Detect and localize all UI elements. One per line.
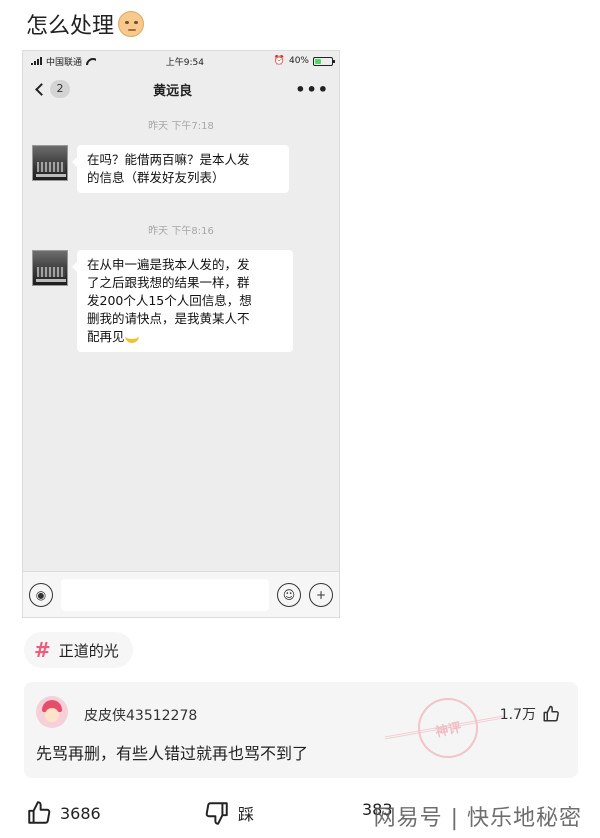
unread-badge: 2	[50, 80, 70, 98]
topic-tag[interactable]: # 正道的光	[24, 632, 133, 668]
back-button[interactable]: 2	[33, 80, 70, 98]
message-bubble: 在从申一遍是我本人发的，发 了之后跟我想的结果一样，群 发200个人15个人回信…	[72, 250, 293, 352]
source-watermark: 网易号 | 快乐地秘密	[373, 806, 582, 831]
battery-icon	[313, 56, 335, 66]
message-line: 发200个人15个人回信息，想	[87, 293, 252, 308]
status-time: 上午9:54	[165, 57, 204, 68]
chevron-left-icon	[35, 82, 48, 96]
signal-icon	[31, 57, 42, 65]
thumbs-up-icon	[28, 801, 51, 824]
post-title-text: 怎么处理	[26, 14, 115, 39]
more-options-button[interactable]: •••	[295, 80, 329, 99]
message-timestamp: 昨天 下午8:16	[148, 226, 214, 237]
thumbs-up-icon	[543, 705, 559, 722]
dislike-label: 踩	[238, 805, 255, 824]
message-input[interactable]	[61, 578, 269, 611]
smirk-emoji-icon	[118, 11, 145, 37]
plus-icon[interactable]: +	[309, 582, 333, 607]
banana-emoji-icon	[124, 333, 139, 343]
comment-text: 先骂再删，有些人错过就再也骂不到了	[36, 744, 309, 763]
like-button[interactable]: 3686	[26, 800, 101, 826]
contact-name: 黄远良	[153, 83, 193, 99]
message-line: 删我的请快点，是我黄某人不	[87, 311, 250, 326]
contact-avatar[interactable]	[32, 145, 68, 181]
post-title: 怎么处理	[26, 8, 145, 40]
commenter-avatar[interactable]	[36, 696, 68, 728]
voice-icon[interactable]: ◉	[29, 582, 53, 607]
message-line: 了之后跟我想的结果一样，群	[87, 275, 250, 290]
comment-like-button[interactable]: 1.7万	[500, 704, 560, 724]
message-line: 的信息（群发好友列表）	[87, 170, 225, 185]
message-bubble: 在吗？能借两百嘛？是本人发 的信息（群发好友列表）	[72, 145, 289, 193]
hashtag-icon: #	[34, 638, 51, 662]
message-timestamp: 昨天 下午7:18	[148, 121, 214, 132]
contact-avatar[interactable]	[32, 250, 68, 286]
message-line: 在从申一遍是我本人发的，发	[87, 257, 250, 272]
message-list: 昨天 下午7:18 在吗？能借两百嘛？是本人发 的信息（群发好友列表） 昨天 下…	[23, 107, 339, 571]
like-count: 3686	[60, 803, 101, 823]
battery-percent: 40%	[288, 56, 309, 66]
chat-header: 2 黄远良 •••	[23, 71, 339, 107]
alarm-icon: ⏰	[273, 56, 285, 66]
thumbs-down-icon	[205, 802, 228, 825]
dislike-button[interactable]: 踩	[204, 800, 254, 826]
status-bar: 中国联通 上午9:54 ⏰ 40%	[23, 51, 339, 71]
wifi-icon	[86, 58, 96, 65]
carrier-label: 中国联通	[46, 57, 83, 68]
chat-input-bar: ◉ ☺ +	[23, 571, 339, 617]
top-comment: 皮皮侠43512278 神评 1.7万 先骂再删，有些人错过就再也骂不到了	[24, 682, 578, 778]
message-line: 在吗？能借两百嘛？是本人发	[87, 152, 250, 167]
commenter-name[interactable]: 皮皮侠43512278	[84, 705, 197, 725]
topic-tag-label: 正道的光	[58, 641, 119, 660]
comment-like-count: 1.7万	[499, 707, 536, 723]
god-comment-stamp: 神评	[412, 692, 484, 764]
chat-screenshot: 中国联通 上午9:54 ⏰ 40% 2 黄远良 ••• 昨天 下午7:18 在吗…	[22, 50, 340, 618]
battery-fill	[315, 58, 322, 64]
message-line: 配再见	[87, 329, 125, 344]
emoji-icon[interactable]: ☺	[277, 582, 301, 607]
